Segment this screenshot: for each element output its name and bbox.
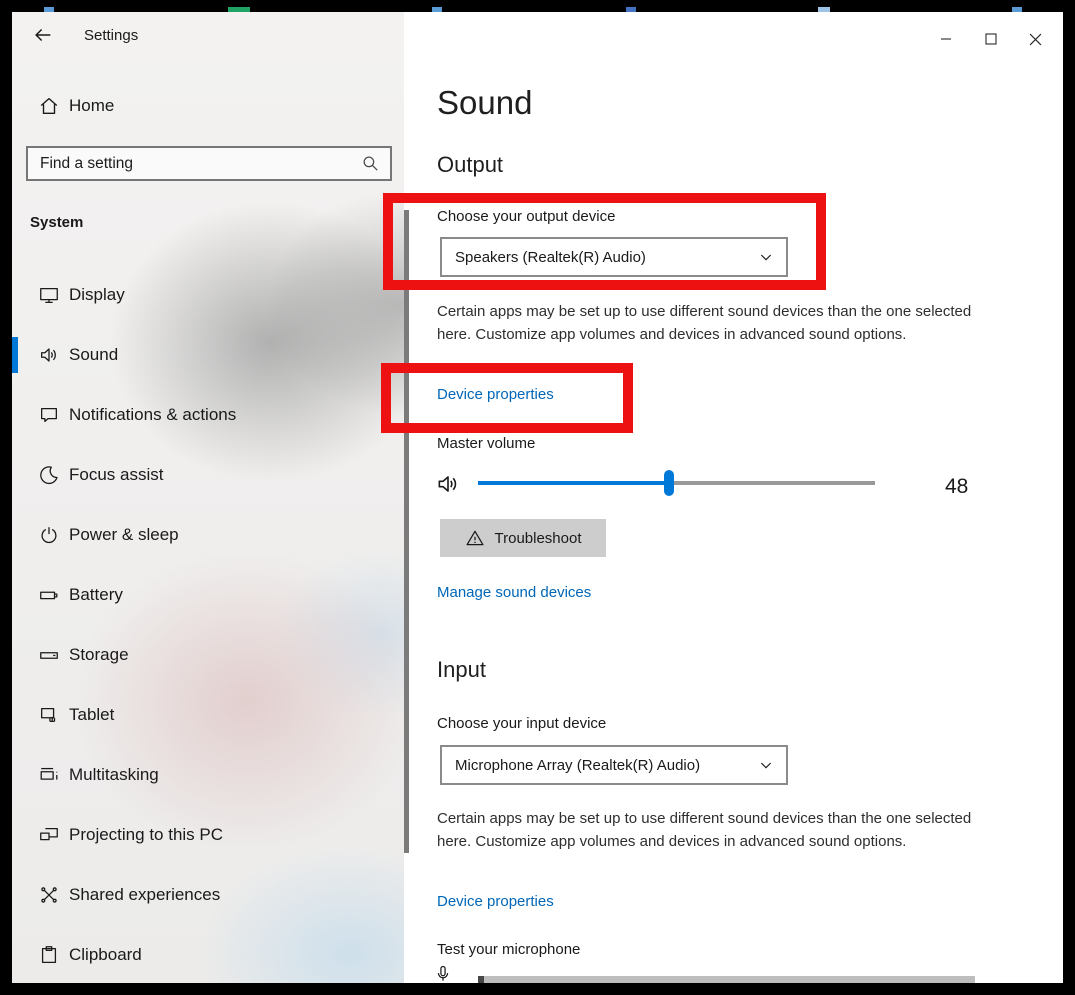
sidebar-item-projecting-to-this-pc[interactable]: Projecting to this PC bbox=[12, 815, 404, 855]
sidebar-item-tablet[interactable]: Tablet bbox=[12, 695, 404, 735]
maximize-icon[interactable] bbox=[968, 26, 1013, 52]
sidebar-item-sound[interactable]: Sound bbox=[12, 335, 404, 375]
main-content: Sound Output Choose your output device S… bbox=[409, 12, 1063, 983]
screenshot-frame: Settings Home Find a setting System Disp… bbox=[0, 0, 1075, 995]
output-device-value: Speakers (Realtek(R) Audio) bbox=[455, 249, 758, 266]
manage-sound-devices-link[interactable]: Manage sound devices bbox=[437, 584, 591, 601]
sidebar-item-clipboard[interactable]: Clipboard bbox=[12, 935, 404, 975]
titlebar: Settings bbox=[30, 22, 138, 48]
output-device-dropdown[interactable]: Speakers (Realtek(R) Audio) bbox=[440, 237, 788, 277]
shared-experiences-icon bbox=[38, 884, 60, 906]
choose-output-label: Choose your output device bbox=[437, 208, 615, 225]
microphone-level-fill bbox=[478, 976, 484, 983]
troubleshoot-button[interactable]: Troubleshoot bbox=[440, 519, 606, 557]
input-device-properties-link[interactable]: Device properties bbox=[437, 893, 554, 910]
home-icon bbox=[38, 95, 60, 117]
microphone-icon bbox=[433, 963, 453, 983]
window-controls bbox=[923, 26, 1058, 52]
speaker-icon[interactable] bbox=[435, 471, 461, 497]
output-device-properties-link[interactable]: Device properties bbox=[437, 386, 554, 403]
app-title: Settings bbox=[84, 27, 138, 44]
volume-value: 48 bbox=[945, 475, 968, 499]
sidebar-item-home[interactable]: Home bbox=[12, 86, 404, 126]
power-icon bbox=[38, 524, 60, 546]
sound-icon bbox=[38, 344, 60, 366]
multitasking-icon bbox=[38, 764, 60, 786]
sidebar-item-power-sleep[interactable]: Power & sleep bbox=[12, 515, 404, 555]
sidebar-section-system: System bbox=[30, 214, 83, 231]
notifications-icon bbox=[38, 404, 60, 426]
sidebar-item-notifications-actions[interactable]: Notifications & actions bbox=[12, 395, 404, 435]
minimize-icon[interactable] bbox=[923, 26, 968, 52]
troubleshoot-label: Troubleshoot bbox=[495, 530, 582, 547]
page-title: Sound bbox=[437, 84, 532, 122]
sidebar: Settings Home Find a setting System Disp… bbox=[12, 12, 404, 983]
warning-icon bbox=[465, 528, 485, 548]
sidebar-item-shared-experiences[interactable]: Shared experiences bbox=[12, 875, 404, 915]
input-heading: Input bbox=[437, 657, 486, 683]
chevron-down-icon bbox=[758, 249, 774, 265]
microphone-level-bar bbox=[478, 976, 975, 983]
home-label: Home bbox=[69, 96, 114, 116]
close-icon[interactable] bbox=[1013, 26, 1058, 52]
sidebar-item-display[interactable]: Display bbox=[12, 275, 404, 315]
tablet-icon bbox=[38, 704, 60, 726]
input-device-value: Microphone Array (Realtek(R) Audio) bbox=[455, 757, 758, 774]
chevron-down-icon bbox=[758, 757, 774, 773]
input-device-dropdown[interactable]: Microphone Array (Realtek(R) Audio) bbox=[440, 745, 788, 785]
search-icon bbox=[361, 154, 380, 173]
volume-slider-thumb[interactable] bbox=[664, 470, 674, 496]
clipboard-icon bbox=[38, 944, 60, 966]
output-heading: Output bbox=[437, 152, 503, 178]
sidebar-item-multitasking[interactable]: Multitasking bbox=[12, 755, 404, 795]
sidebar-item-focus-assist[interactable]: Focus assist bbox=[12, 455, 404, 495]
display-icon bbox=[38, 284, 60, 306]
volume-slider-fill bbox=[478, 481, 669, 485]
volume-slider[interactable] bbox=[478, 481, 875, 485]
master-volume-label: Master volume bbox=[437, 435, 535, 452]
back-icon[interactable] bbox=[30, 22, 56, 48]
projecting-icon bbox=[38, 824, 60, 846]
output-description: Certain apps may be set up to use differ… bbox=[437, 300, 995, 346]
storage-icon bbox=[38, 644, 60, 666]
sidebar-item-battery[interactable]: Battery bbox=[12, 575, 404, 615]
focus-assist-icon bbox=[38, 464, 60, 486]
sidebar-nav: Display Sound Notifications & actions Fo… bbox=[12, 275, 404, 983]
sidebar-item-storage[interactable]: Storage bbox=[12, 635, 404, 675]
settings-window: Settings Home Find a setting System Disp… bbox=[12, 12, 1063, 983]
choose-input-label: Choose your input device bbox=[437, 715, 606, 732]
input-description: Certain apps may be set up to use differ… bbox=[437, 807, 995, 853]
test-microphone-label: Test your microphone bbox=[437, 941, 580, 958]
search-placeholder: Find a setting bbox=[40, 155, 361, 173]
search-input[interactable]: Find a setting bbox=[26, 146, 392, 181]
battery-icon bbox=[38, 584, 60, 606]
